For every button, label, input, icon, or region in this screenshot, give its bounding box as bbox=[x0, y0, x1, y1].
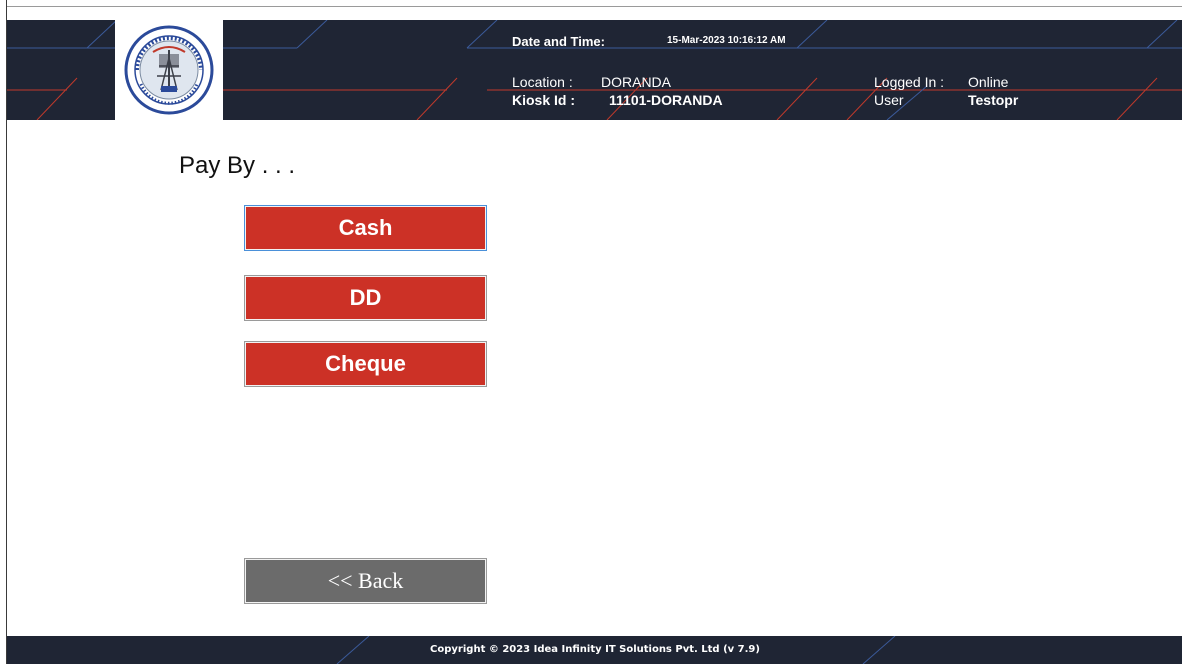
location-value: DORANDA bbox=[601, 74, 672, 90]
user-label: User bbox=[874, 92, 904, 108]
page-title: Pay By . . . bbox=[179, 152, 296, 179]
back-button[interactable]: << Back bbox=[244, 558, 487, 604]
logged-in-label: Logged In : bbox=[874, 74, 945, 90]
datetime-label: Date and Time: bbox=[512, 34, 605, 49]
cash-button[interactable]: Cash bbox=[244, 205, 487, 251]
location-label: Location : bbox=[512, 74, 573, 90]
user-value: Testopr bbox=[968, 92, 1019, 108]
cheque-button[interactable]: Cheque bbox=[244, 341, 487, 387]
kiosk-id-label: Kiosk Id : bbox=[512, 92, 576, 108]
jbvnl-emblem-icon bbox=[124, 25, 214, 115]
top-divider bbox=[7, 6, 1182, 7]
company-logo bbox=[115, 20, 223, 120]
logged-in-value: Online bbox=[968, 74, 1009, 90]
datetime-value: 15-Mar-2023 10:16:12 AM bbox=[667, 35, 786, 46]
header-bar: Date and Time: 15-Mar-2023 10:16:12 AM L… bbox=[7, 20, 1182, 120]
kiosk-id-value: 11101-DORANDA bbox=[609, 92, 723, 108]
copyright-text: Copyright © 2023 Idea Infinity IT Soluti… bbox=[430, 644, 760, 655]
kiosk-window: Date and Time: 15-Mar-2023 10:16:12 AM L… bbox=[6, 0, 1182, 664]
dd-button[interactable]: DD bbox=[244, 275, 487, 321]
footer-bar: Copyright © 2023 Idea Infinity IT Soluti… bbox=[7, 636, 1182, 664]
